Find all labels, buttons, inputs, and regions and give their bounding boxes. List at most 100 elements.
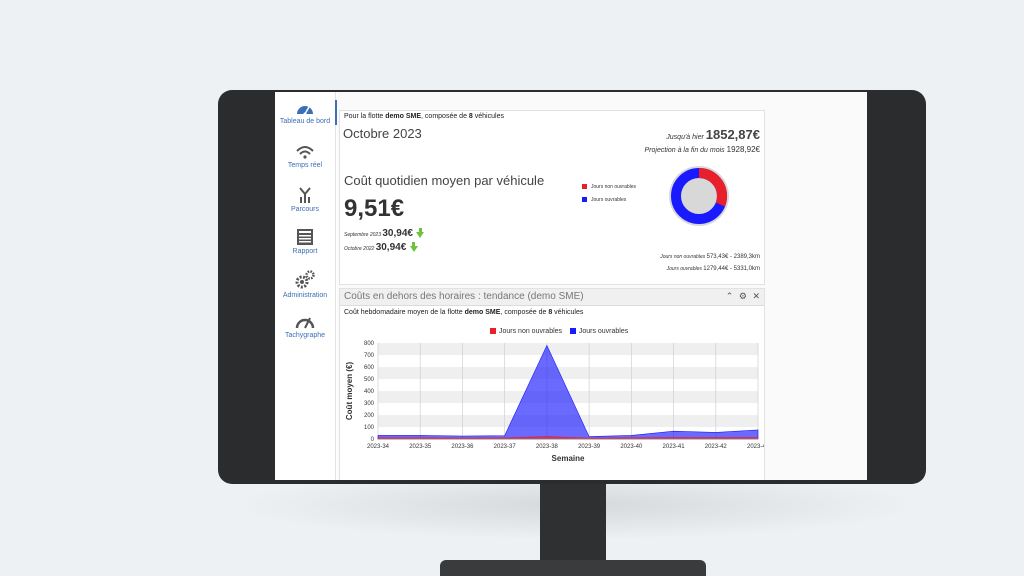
chart-legend-item-non-working[interactable]: Jours non ouvrables <box>490 328 562 335</box>
app-screen: Tableau de bord Temps réel Parcours Rapp… <box>275 92 867 480</box>
y-tick-label: 600 <box>364 365 375 371</box>
legend-swatch-red <box>582 184 587 190</box>
comparison-previous-month: Septembre 2023 30,94€ <box>344 227 425 239</box>
y-tick-label: 100 <box>364 425 375 431</box>
sidebar-item-routes[interactable]: Parcours <box>275 186 335 213</box>
sidebar-item-label: Tachygraphe <box>284 332 326 339</box>
x-tick-label: 2023-40 <box>620 444 643 450</box>
report-icon <box>297 229 313 245</box>
sidebar-item-dashboard[interactable]: Tableau de bord <box>275 100 337 125</box>
legend-swatch-blue <box>582 197 587 203</box>
working-label: Jours ouvrables <box>666 266 704 272</box>
trend-card: Coûts en dehors des horaires : tendance … <box>339 288 765 480</box>
subtitle-suffix: véhicules <box>552 309 584 316</box>
projection-label: Projection à la fin du mois <box>644 147 727 154</box>
y-tick-label: 500 <box>364 377 375 383</box>
sidebar-item-label: Temps réel <box>287 162 323 169</box>
x-tick-label: 2023-35 <box>409 444 432 450</box>
y-tick-label: 0 <box>371 437 375 443</box>
working-value: 1279,44€ - 5331,0km <box>703 266 760 272</box>
card-tools: ⌃ ⚙ ✕ <box>723 291 760 302</box>
grid-band <box>378 343 758 355</box>
arrow-down-icon <box>409 241 418 252</box>
sidebar-item-report[interactable]: Rapport <box>275 228 335 255</box>
fleet-name: demo SME <box>385 113 422 120</box>
comparison-label: Octobre 2022 <box>344 246 376 252</box>
legend-swatch-blue <box>569 328 576 335</box>
arrow-down-icon <box>416 227 425 238</box>
legend-working[interactable]: Jours ouvrables <box>582 197 626 203</box>
x-tick-label: 2023-42 <box>705 444 728 450</box>
fleet-prefix: Pour la flotte <box>344 113 386 120</box>
non-working-stats: Jours non ouvrables 573,43€ - 2389,3km <box>660 254 760 260</box>
dashboard-content: Pour la flotte demo SME, composée de 8 v… <box>337 92 867 480</box>
subtitle-prefix: Coût hebdomadaire moyen de la flotte <box>344 309 465 316</box>
x-tick-label: 2023-41 <box>663 444 686 450</box>
trend-card-header: Coûts en dehors des horaires : tendance … <box>340 289 764 306</box>
settings-icon[interactable]: ⚙ <box>739 291 747 301</box>
close-icon[interactable]: ✕ <box>752 291 760 301</box>
fleet-mid: , composée de <box>421 113 469 120</box>
x-tick-label: 2023-38 <box>536 444 559 450</box>
legend-label: Jours non ouvrables <box>591 184 637 190</box>
subtitle-fleet: demo SME <box>464 309 501 316</box>
monitor-stand <box>540 484 606 562</box>
non-working-value: 573,43€ - 2389,3km <box>706 254 760 260</box>
sidebar-item-label: Rapport <box>292 248 318 255</box>
projection-value: 1928,92€ <box>726 145 760 154</box>
y-axis-label: Coût moyen (€) <box>345 362 354 421</box>
sidebar-item-label: Parcours <box>290 206 319 213</box>
grid-band <box>378 367 758 379</box>
comparison-value: 30,94€ <box>375 242 407 253</box>
to-date-value: 1852,87€ <box>705 127 760 142</box>
wifi-icon <box>296 146 314 159</box>
legend-swatch-red <box>490 328 496 335</box>
month-title: Octobre 2023 <box>343 126 422 141</box>
x-tick-label: 2023-43 <box>747 444 764 450</box>
trend-title: Coûts en dehors des horaires : tendance … <box>344 291 584 302</box>
monthly-cost-card: Pour la flotte demo SME, composée de 8 v… <box>339 110 765 285</box>
daily-cost-title: Coût quotidien moyen par véhicule <box>344 173 545 188</box>
x-axis-label: Semaine <box>552 454 585 463</box>
sidebar-item-tachograph[interactable]: Tachygraphe <box>275 312 335 339</box>
month-totals: Jusqu'à hier 1852,87€ Projection à la fi… <box>645 127 760 154</box>
cost-donut-chart <box>669 166 729 226</box>
chart-legend-item-working[interactable]: Jours ouvrables <box>569 328 629 335</box>
trend-area-chart: 0 100 200 300 400 500 600 700 800 2023-34 2023-35 2… <box>345 341 764 463</box>
legend-label: Jours ouvrables <box>591 197 627 203</box>
monitor-base <box>440 560 706 576</box>
to-date-label: Jusqu'à hier <box>666 134 706 141</box>
x-tick-label: 2023-36 <box>451 444 474 450</box>
gauge-icon <box>297 106 313 116</box>
x-tick-label: 2023-37 <box>494 444 517 450</box>
fleet-description: Pour la flotte demo SME, composée de 8 v… <box>344 113 504 120</box>
tachograph-icon <box>295 317 315 329</box>
chart-legend: Jours non ouvrables Jours ouvrables <box>490 328 628 335</box>
sidebar-item-realtime[interactable]: Temps réel <box>275 144 335 169</box>
subtitle-mid: , composée de <box>500 309 549 316</box>
sidebar-item-label: Administration <box>282 292 328 299</box>
comparison-value: 30,94€ <box>382 228 413 239</box>
non-working-label: Jours non ouvrables <box>660 254 707 260</box>
comparison-previous-year: Octobre 2022 30,94€ <box>344 241 418 253</box>
sidebar: Tableau de bord Temps réel Parcours Rapp… <box>275 92 337 480</box>
legend-label: Jours ouvrables <box>578 328 629 335</box>
y-tick-label: 300 <box>364 401 375 407</box>
daily-cost-value: 9,51€ <box>344 195 405 222</box>
sidebar-item-label: Tableau de bord <box>279 118 331 125</box>
route-icon <box>299 187 311 203</box>
x-tick-label: 2023-39 <box>578 444 601 450</box>
y-tick-label: 800 <box>364 341 375 347</box>
y-tick-label: 200 <box>364 413 375 419</box>
comparison-label: Septembre 2023 <box>344 232 383 238</box>
collapse-icon[interactable]: ⌃ <box>726 291 734 301</box>
legend-non-working[interactable]: Jours non ouvrables <box>582 184 636 190</box>
working-stats: Jours ouvrables 1279,44€ - 5331,0km <box>667 266 760 272</box>
x-tick-label: 2023-34 <box>367 444 390 450</box>
fleet-suffix: véhicules <box>472 113 504 120</box>
sidebar-item-administration[interactable]: Administration <box>275 270 335 299</box>
gears-icon <box>295 270 315 289</box>
trend-subtitle: Coût hebdomadaire moyen de la flotte dem… <box>344 309 583 316</box>
legend-label: Jours non ouvrables <box>499 328 563 335</box>
y-tick-label: 700 <box>364 353 375 359</box>
